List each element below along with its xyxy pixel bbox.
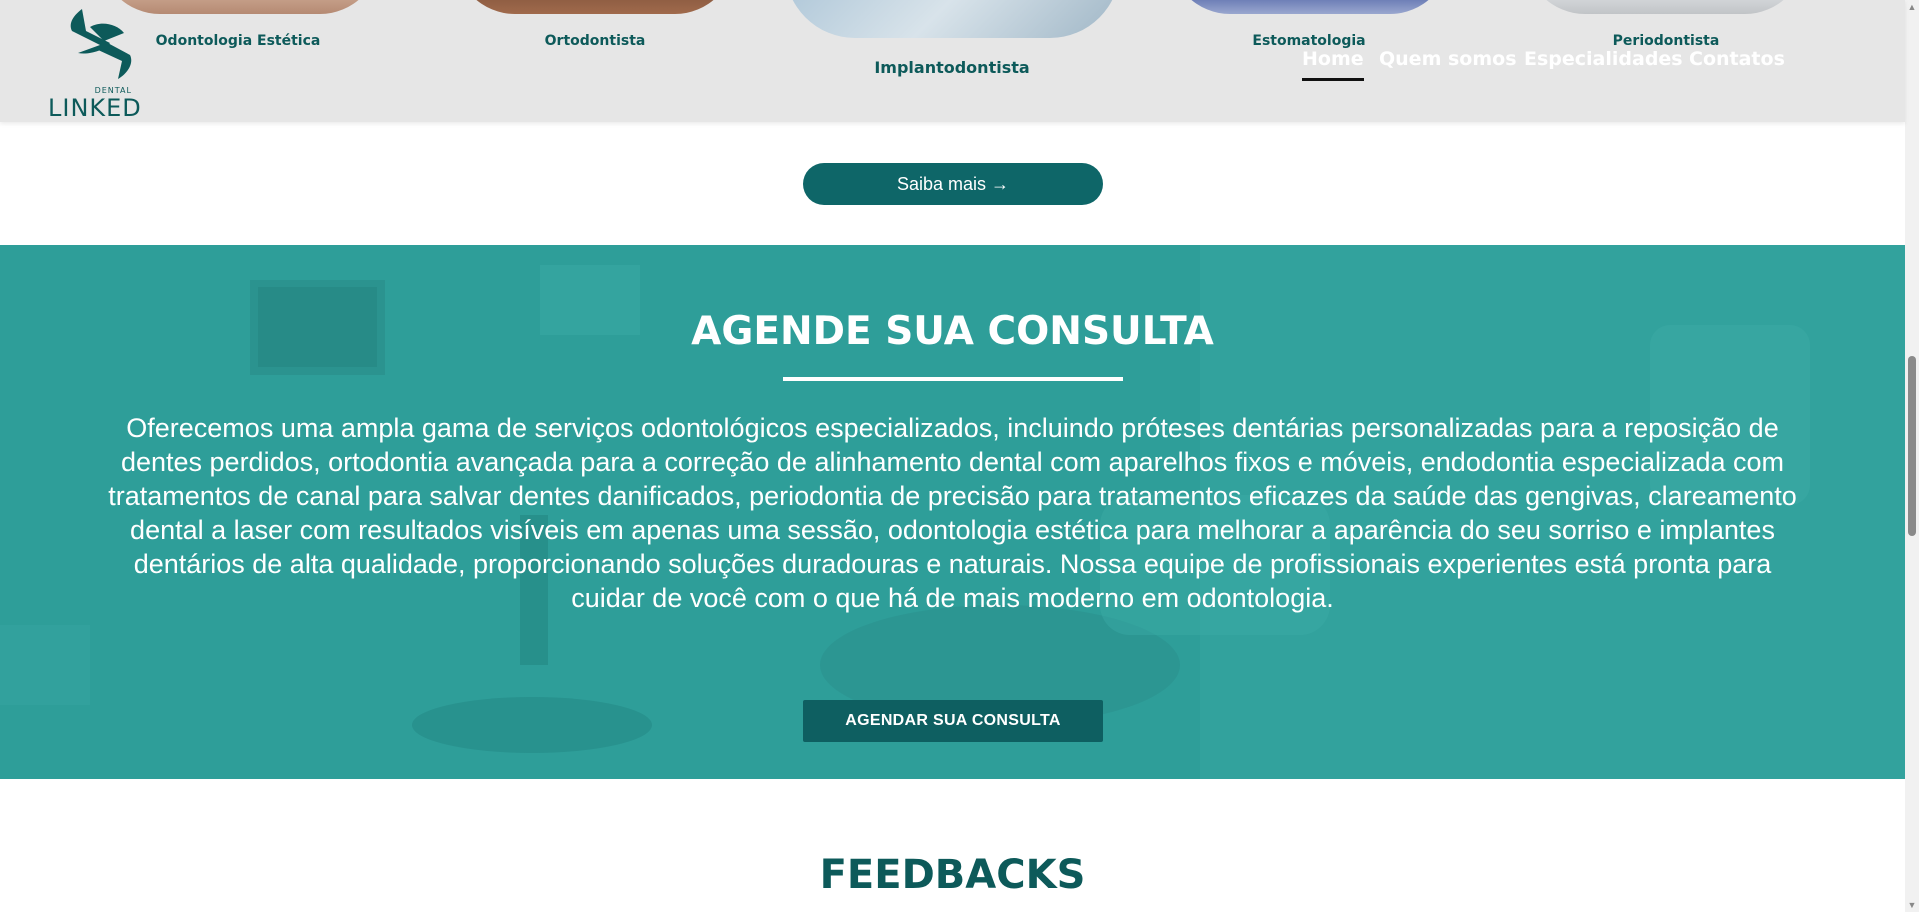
nav-home[interactable]: Home xyxy=(1302,48,1364,81)
agende-title: AGENDE SUA CONSULTA xyxy=(691,309,1214,354)
site-header: Odontologia Estética Ortodontista Implan… xyxy=(0,0,1905,122)
feedbacks-title: FEEDBACKS xyxy=(819,852,1086,898)
specialty-label-periodontista[interactable]: Periodontista xyxy=(1613,33,1720,49)
specialty-label-odontologia-estetica[interactable]: Odontologia Estética xyxy=(156,33,321,49)
nav-quem-somos[interactable]: Quem somos xyxy=(1379,48,1517,70)
agende-description: Oferecemos uma ampla gama de serviços od… xyxy=(108,413,1797,613)
title-divider xyxy=(783,377,1123,381)
logo-mark-icon xyxy=(70,9,132,79)
saiba-mais-button[interactable]: Saiba mais → xyxy=(803,163,1103,205)
chevron-down-icon[interactable]: ▼ xyxy=(1907,900,1917,910)
specialty-label-implantodontista[interactable]: Implantodontista xyxy=(874,58,1029,77)
site-logo[interactable]: DENTAL LINKED xyxy=(46,5,156,122)
agendar-consulta-button[interactable]: AGENDAR SUA CONSULTA xyxy=(803,700,1103,742)
page-scrollbar[interactable]: ▲ ▼ xyxy=(1905,0,1919,912)
logo-linked-text: LINKED xyxy=(48,94,142,122)
specialty-image-ortodontista[interactable] xyxy=(455,0,735,14)
specialty-image-estomatologia[interactable] xyxy=(1170,0,1450,14)
specialty-label-estomatologia[interactable]: Estomatologia xyxy=(1252,33,1365,49)
specialty-label-ortodontista[interactable]: Ortodontista xyxy=(545,33,646,49)
specialty-image-periodontista[interactable] xyxy=(1525,0,1805,14)
specialty-image-implantodontista[interactable] xyxy=(785,0,1120,38)
nav-contatos[interactable]: Contatos xyxy=(1689,48,1785,70)
agende-section: AGENDE SUA CONSULTA Oferecemos uma ampla… xyxy=(0,245,1905,779)
scrollbar-thumb[interactable] xyxy=(1908,356,1916,536)
nav-especialidades[interactable]: Especialidades xyxy=(1524,48,1683,70)
chevron-up-icon[interactable]: ▲ xyxy=(1907,2,1917,12)
